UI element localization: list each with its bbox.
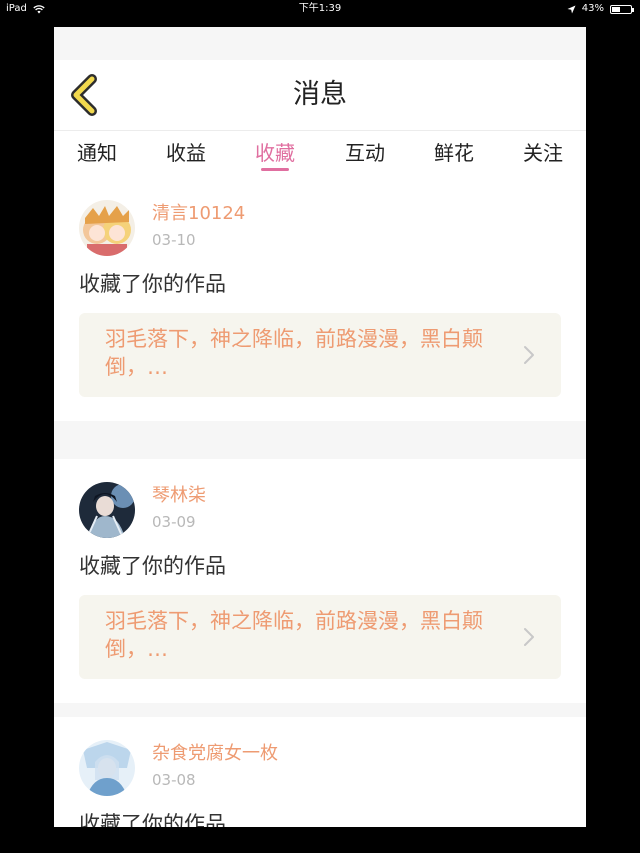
avatar[interactable] — [79, 740, 135, 796]
chevron-right-icon — [524, 346, 534, 364]
user-name[interactable]: 琴林柒 — [152, 484, 206, 508]
notification-date: 03-10 — [152, 231, 196, 249]
work-title: 羽毛落下，神之降临，前路漫漫，黑白颠倒，… — [105, 327, 483, 379]
tab-1[interactable]: 收益 — [166, 140, 206, 166]
tab-2[interactable]: 收藏 — [255, 140, 295, 166]
avatar[interactable] — [79, 200, 135, 256]
message-tabs: 通知 收益 收藏 互动 鲜花 关注 — [54, 131, 586, 177]
user-name[interactable]: 清言10124 — [152, 202, 245, 226]
notification-card: 杂食党腐女一枚 03-08 收藏了你的作品 — [54, 717, 586, 827]
tab-5[interactable]: 关注 — [523, 140, 563, 166]
work-title: 羽毛落下，神之降临，前路漫漫，黑白颠倒，… — [105, 609, 483, 661]
work-link-card[interactable]: 羽毛落下，神之降临，前路漫漫，黑白颠倒，… — [79, 313, 561, 397]
active-tab-indicator — [261, 168, 289, 171]
notification-action-text: 收藏了你的作品 — [79, 554, 226, 578]
battery-icon — [610, 4, 634, 14]
work-link-card[interactable]: 羽毛落下，神之降临，前路漫漫，黑白颠倒，… — [79, 595, 561, 679]
chevron-right-icon — [524, 628, 534, 646]
tab-4[interactable]: 鲜花 — [434, 140, 474, 166]
tab-3[interactable]: 互动 — [345, 140, 385, 166]
status-time: 下午1:39 — [298, 3, 342, 14]
notification-date: 03-08 — [152, 771, 196, 789]
notification-card: 清言10124 03-10 收藏了你的作品羽毛落下，神之降临，前路漫漫，黑白颠倒，… — [54, 177, 586, 421]
app-screen: 消息 通知 收益 收藏 互动 鲜花 关注 清言10124 03-10 收藏了你的作品 羽毛落下，… — [54, 27, 586, 827]
location-arrow-icon — [567, 5, 576, 13]
navigation-bar: 消息 — [54, 60, 586, 131]
status-bar: iPad 下午1:39 43% — [0, 0, 640, 18]
notification-card: 琴林柒 03-09 收藏了你的作品羽毛落下，神之降临，前路漫漫，黑白颠倒，… — [54, 459, 586, 703]
notification-date: 03-09 — [152, 513, 196, 531]
page-title: 消息 — [293, 79, 347, 110]
tab-0[interactable]: 通知 — [77, 140, 117, 166]
notification-action-text: 收藏了你的作品 — [79, 812, 226, 827]
battery-level — [612, 6, 620, 12]
avatar[interactable] — [79, 482, 135, 538]
battery-percent: 43% — [581, 3, 604, 14]
notification-action-text: 收藏了你的作品 — [79, 272, 226, 296]
user-name[interactable]: 杂食党腐女一枚 — [152, 742, 278, 766]
